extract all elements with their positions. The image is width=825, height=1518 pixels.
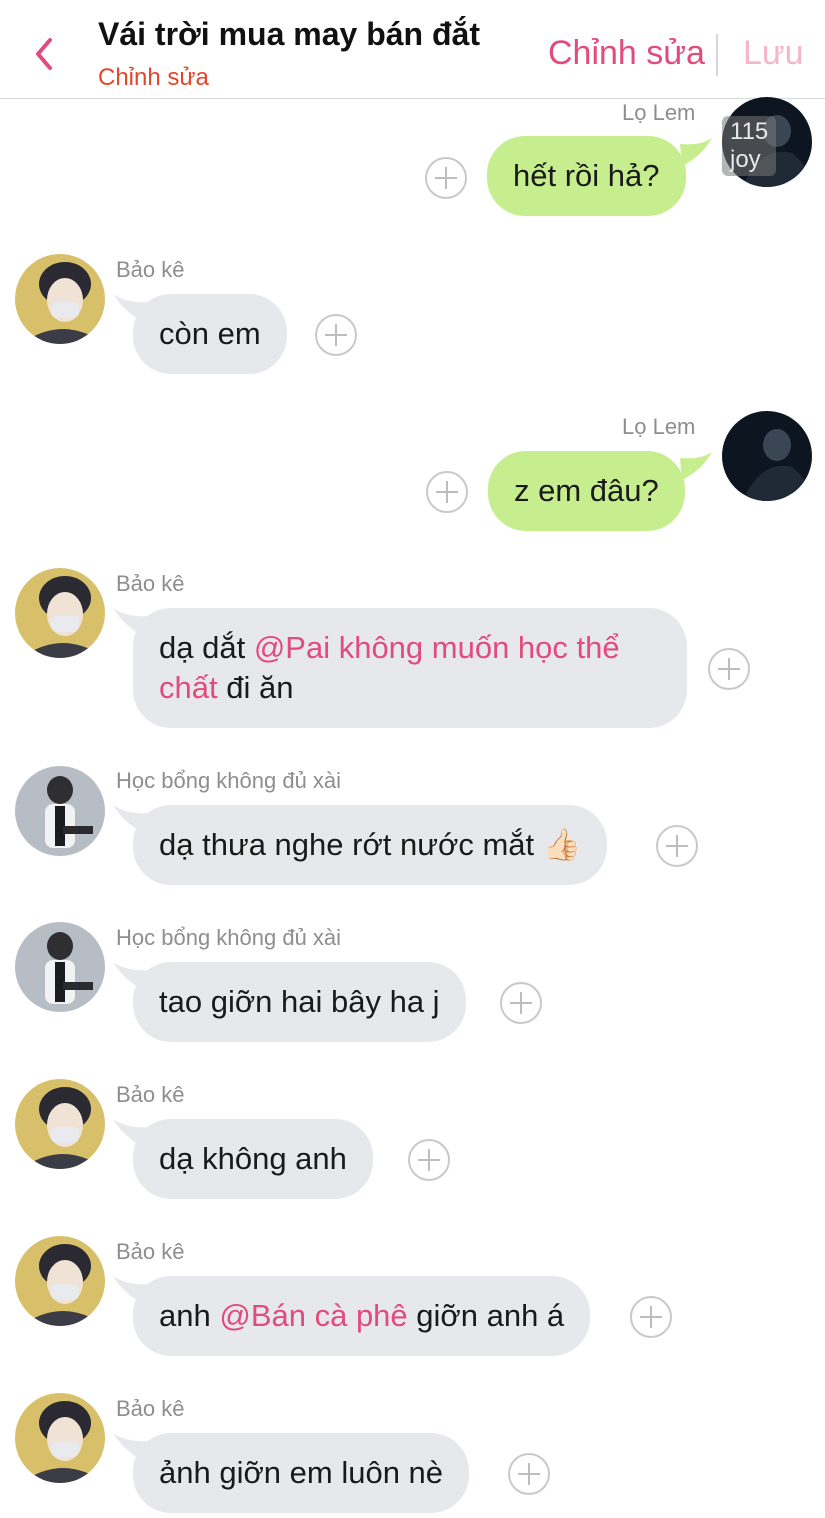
- back-button[interactable]: [28, 30, 68, 78]
- add-reaction-button[interactable]: [425, 157, 467, 199]
- chat-subtitle[interactable]: Chỉnh sửa: [98, 64, 209, 92]
- avatar[interactable]: [15, 568, 105, 658]
- message-text: hết rồi hả?: [513, 158, 660, 193]
- mention-link[interactable]: chất: [159, 670, 218, 705]
- save-button[interactable]: Lưu: [743, 34, 804, 73]
- sender-name: Học bổng không đủ xài: [116, 768, 342, 793]
- avatar[interactable]: [722, 411, 812, 501]
- sender-name: Bảo kê: [116, 1239, 185, 1264]
- sender-name: Bảo kê: [116, 1082, 185, 1107]
- avatar-image: [722, 411, 812, 501]
- message-text: tao giỡn hai bây ha j: [159, 984, 440, 1019]
- message-bubble[interactable]: còn em: [133, 294, 287, 374]
- chat-header: Vái trời mua may bán đắt Chỉnh sửa Chỉnh…: [0, 0, 825, 99]
- add-reaction-button[interactable]: [708, 648, 750, 690]
- message-text: giỡn anh á: [407, 1298, 565, 1333]
- message-bubble[interactable]: dạ thưa nghe rớt nước mắt 👍🏻: [133, 805, 608, 885]
- message-text: z em đâu?: [514, 473, 659, 508]
- message-bubble[interactable]: ảnh giỡn em luôn nè: [133, 1433, 470, 1513]
- add-reaction-button[interactable]: [408, 1139, 450, 1181]
- chat-title: Vái trời mua may bán đắt: [98, 16, 480, 52]
- avatar-image: [15, 922, 105, 1012]
- avatar-image: [15, 254, 105, 344]
- edit-button[interactable]: Chỉnh sửa: [548, 34, 705, 73]
- message-text: đi ăn: [217, 670, 294, 705]
- message-text: còn em: [159, 316, 261, 351]
- sender-name: Bảo kê: [116, 1396, 185, 1421]
- avatar-image: [15, 568, 105, 658]
- sender-name: Bảo kê: [116, 571, 185, 596]
- mention-link[interactable]: @Bán cà phê: [219, 1298, 407, 1333]
- message-bubble[interactable]: tao giỡn hai bây ha j: [133, 962, 466, 1042]
- message-bubble[interactable]: z em đâu?: [488, 451, 685, 531]
- add-reaction-button[interactable]: [315, 314, 357, 356]
- message-text: dạ không anh: [159, 1141, 347, 1176]
- avatar[interactable]: [15, 1079, 105, 1169]
- bubble-tail: [680, 138, 712, 166]
- message-text: ảnh giỡn em luôn nè: [159, 1455, 444, 1490]
- message-bubble[interactable]: hết rồi hả?: [487, 136, 686, 216]
- sender-name: Lọ Lem: [622, 414, 696, 439]
- header-divider: [716, 34, 718, 76]
- message-text: dạ dắt: [159, 630, 254, 665]
- message-bubble[interactable]: dạ dắt @Pai không muốn học thể chất đi ăn: [133, 608, 687, 728]
- add-reaction-button[interactable]: [508, 1453, 550, 1495]
- avatar[interactable]: [15, 1393, 105, 1483]
- message-bubble[interactable]: anh @Bán cà phê giỡn anh á: [133, 1276, 591, 1356]
- avatar-image: [15, 1079, 105, 1169]
- message-text: anh: [159, 1298, 220, 1333]
- watermark: 115 joy: [722, 116, 777, 176]
- avatar-image: [15, 1236, 105, 1326]
- message-bubble[interactable]: dạ không anh: [133, 1119, 373, 1199]
- avatar[interactable]: [15, 766, 105, 856]
- sender-name: Bảo kê: [116, 257, 185, 282]
- avatar[interactable]: [15, 1236, 105, 1326]
- add-reaction-button[interactable]: [500, 982, 542, 1024]
- chevron-left-icon: [36, 38, 52, 70]
- avatar-image: [15, 766, 105, 856]
- add-reaction-button[interactable]: [656, 825, 698, 867]
- add-reaction-button[interactable]: [630, 1296, 672, 1338]
- avatar[interactable]: [15, 922, 105, 1012]
- thumbs-up-icon: 👍🏻: [542, 827, 582, 862]
- mention-link[interactable]: @Pai không muốn học thể: [254, 630, 620, 665]
- add-reaction-button[interactable]: [426, 471, 468, 513]
- bubble-tail: [680, 452, 712, 480]
- sender-name: Học bổng không đủ xài: [116, 925, 342, 950]
- sender-name: Lọ Lem: [622, 100, 696, 125]
- message-text: dạ thưa nghe rớt nước mắt: [159, 827, 535, 862]
- avatar[interactable]: [15, 254, 105, 344]
- avatar-image: [15, 1393, 105, 1483]
